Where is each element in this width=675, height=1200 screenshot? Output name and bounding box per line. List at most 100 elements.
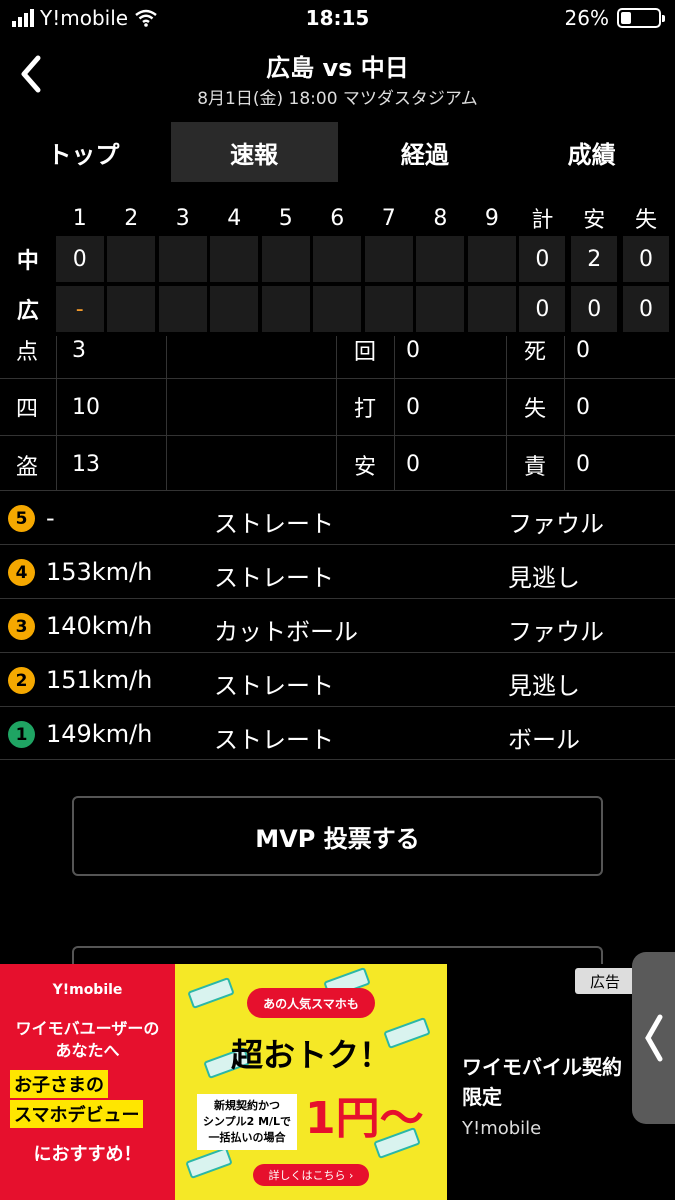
pitch-type: ストレート <box>214 510 334 538</box>
hits-total: 2 <box>571 236 618 282</box>
ad-pill: あの人気スマホも <box>247 988 375 1018</box>
inning-score <box>210 236 259 282</box>
stat-label: 四 <box>16 397 39 422</box>
inning-score <box>210 286 259 332</box>
pitch-speed: 149km/h <box>46 720 153 748</box>
team-label: 中 <box>16 249 39 274</box>
inning-header: 4 <box>227 205 242 231</box>
runs-total: 0 <box>519 286 566 332</box>
ad-advertiser: Y!mobile <box>462 1118 542 1139</box>
ad-image-panel: あの人気スマホも 超おトク！ 新規契約かつ シンプル2 M/Lで 一括払いの場合 1… <box>175 964 447 1200</box>
stat-label: 安 <box>354 454 377 480</box>
stat-label: 打 <box>354 397 377 422</box>
tab-progress[interactable]: 経過 <box>342 116 509 188</box>
ad-banner[interactable]: Y!mobile ワイモバユーザーの あなたへ お子さまの スマホデビュー におす… <box>0 964 675 1200</box>
stat-value: 13 <box>72 452 100 477</box>
stat-label: 盗 <box>16 454 39 480</box>
stat-value: 0 <box>406 452 420 477</box>
tab-live[interactable]: 速報 <box>170 122 338 182</box>
pitch-speed: - <box>46 504 55 532</box>
ad-left-panel: Y!mobile ワイモバユーザーの あなたへ お子さまの スマホデビュー におす… <box>0 964 175 1200</box>
ad-price: 1円～ <box>305 1093 424 1144</box>
batter-stats: 点 3 回 0 死 0 四 10 打 0 失 0 盗 13 安 0 責 0 <box>0 336 675 490</box>
inning-score: 0 <box>55 236 104 282</box>
scoreboard-header: 1 2 3 4 5 6 7 8 9 計 安 失 <box>0 200 675 236</box>
inning-score <box>107 286 156 332</box>
stat-value: 10 <box>72 394 100 420</box>
pitch-number-badge: 2 <box>8 667 35 694</box>
tab-bar: トップ 速報 経過 成績 <box>0 116 675 188</box>
battery-icon <box>617 8 665 28</box>
inning-score <box>364 236 413 282</box>
inning-score <box>313 286 362 332</box>
pitch-type: カットボール <box>214 618 358 646</box>
pitch-row: 3 140km/h カットボール ファウル <box>0 598 675 652</box>
inning-score <box>467 286 516 332</box>
total-header: 安 <box>583 208 606 233</box>
scoreboard-row-home: 広 - 0 0 0 <box>0 286 675 332</box>
page-title: 広島 vs 中日 <box>266 54 409 82</box>
pitch-row: 5 - ストレート ファウル <box>0 490 675 544</box>
ad-label-badge[interactable]: 広告 <box>575 968 635 994</box>
battery-percent: 26% <box>564 6 609 30</box>
ad-highlight: スマホデビュー <box>10 1100 144 1128</box>
pitch-result: ファウル <box>508 510 604 538</box>
total-header: 計 <box>531 208 554 233</box>
chevron-left-icon <box>644 1014 662 1062</box>
pitch-result: 見逃し <box>508 564 580 592</box>
inning-score <box>416 286 465 332</box>
inning-header: 2 <box>124 205 139 231</box>
ad-highlight: お子さまの <box>10 1070 108 1098</box>
inning-score <box>158 236 207 282</box>
inning-header: 1 <box>72 205 87 231</box>
pitch-number-badge: 4 <box>8 559 35 586</box>
pitch-type: ストレート <box>214 726 334 754</box>
inning-header: 6 <box>330 205 345 231</box>
collapse-ad-tab[interactable] <box>632 952 675 1124</box>
pitch-speed: 140km/h <box>46 612 153 640</box>
ad-condition: 新規契約かつ シンプル2 M/Lで 一括払いの場合 <box>197 1094 297 1150</box>
tab-top[interactable]: トップ <box>0 116 167 188</box>
inning-header: 3 <box>175 205 190 231</box>
stat-label: 責 <box>524 454 547 480</box>
ad-headline: 超おトク！ <box>230 1036 391 1074</box>
stat-label: 失 <box>524 397 547 422</box>
inning-score <box>261 286 310 332</box>
game-info: 8月1日(金) 18:00 マツダスタジアム <box>197 89 478 109</box>
pitch-speed: 151km/h <box>46 666 153 694</box>
inning-header: 7 <box>381 205 396 231</box>
mvp-vote-button[interactable]: MVP 投票する <box>72 796 603 876</box>
inning-score <box>364 286 413 332</box>
pitch-list: 5 - ストレート ファウル 4 153km/h ストレート 見逃し 3 140… <box>0 490 675 760</box>
stat-value: 0 <box>576 394 590 420</box>
pitch-speed: 153km/h <box>46 558 153 586</box>
stat-value: 0 <box>576 452 590 477</box>
status-bar: Y!mobile 18:15 26% <box>0 0 675 38</box>
pitch-row: 1 149km/h ストレート ボール <box>0 706 675 760</box>
inning-score <box>416 236 465 282</box>
pitch-number-badge: 1 <box>8 721 35 748</box>
stat-row: 四 10 打 0 失 0 <box>0 379 675 436</box>
pitch-result: 見逃し <box>508 672 580 700</box>
pitch-row: 2 151km/h ストレート 見逃し <box>0 652 675 706</box>
total-header: 失 <box>635 208 658 233</box>
scoreboard: 1 2 3 4 5 6 7 8 9 計 安 失 中 0 0 2 0 広 - 0 … <box>0 196 675 336</box>
runs-total: 0 <box>519 236 566 282</box>
errors-total: 0 <box>623 236 669 282</box>
inning-header: 8 <box>433 205 448 231</box>
game-header: 広島 vs 中日 8月1日(金) 18:00 マツダスタジアム <box>0 38 675 114</box>
ad-more-button[interactable]: 詳しくはこちら › <box>253 1164 369 1186</box>
inning-header: 9 <box>484 205 499 231</box>
ad-text: ワイモバユーザーの あなたへ <box>15 1019 160 1060</box>
inning-score <box>107 236 156 282</box>
ad-text: におすすめ！ <box>33 1144 142 1165</box>
inning-score <box>467 236 516 282</box>
stat-row: 盗 13 安 0 責 0 <box>0 436 675 493</box>
ad-title: ワイモバイル契約 限定 <box>462 1055 622 1109</box>
pitch-result: ボール <box>508 726 580 754</box>
pitch-row: 4 153km/h ストレート 見逃し <box>0 544 675 598</box>
stat-value: 0 <box>406 394 420 420</box>
inning-header: 5 <box>278 205 293 231</box>
tab-results[interactable]: 成績 <box>508 116 675 188</box>
inning-score <box>261 236 310 282</box>
